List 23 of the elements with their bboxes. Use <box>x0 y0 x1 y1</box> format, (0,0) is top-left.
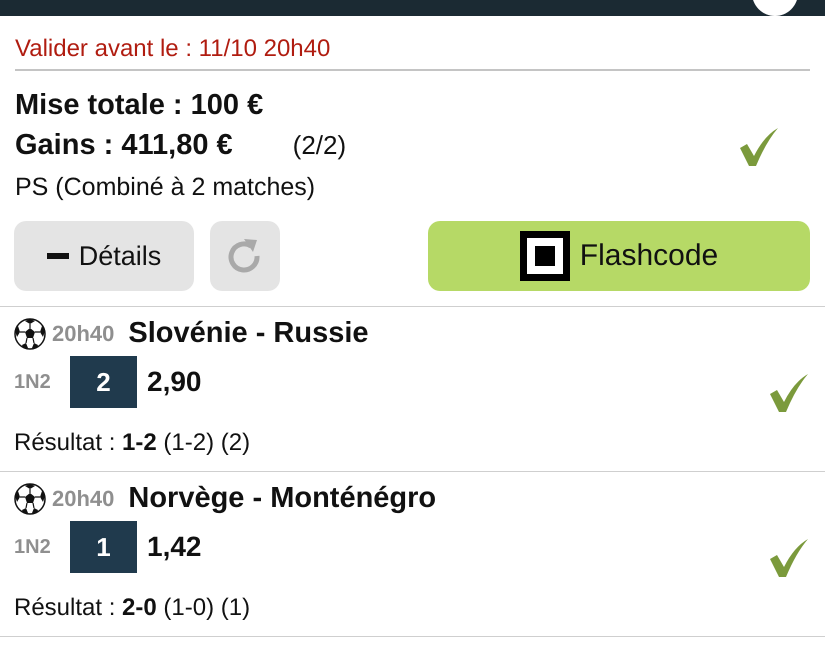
soccer-ball-icon <box>14 482 46 514</box>
flashcode-button[interactable]: Flashcode <box>428 221 810 291</box>
odds-text: 1,42 <box>147 531 202 563</box>
deadline-text: Valider avant le : 11/10 20h40 <box>15 35 810 71</box>
minus-icon <box>46 253 69 259</box>
soccer-ball-icon <box>14 318 46 350</box>
odds-text: 2,90 <box>147 366 202 398</box>
match-time: 20h40 <box>52 320 114 346</box>
stake-text: Mise totale : 100 € <box>15 88 264 123</box>
pick-badge: 2 <box>70 356 137 408</box>
result-text: Résultat : 2-0 (1-0) (1) <box>14 593 252 623</box>
result-text: Résultat : 1-2 (1-2) (2) <box>14 428 252 458</box>
qr-code-icon <box>520 231 570 281</box>
gains-text: Gains : 411,80 € <box>15 128 233 163</box>
pick-badge: 1 <box>70 521 137 573</box>
match-teams: Norvège - Monténégro <box>128 482 436 515</box>
match-time: 20h40 <box>52 486 114 512</box>
bet-type-text: PS (Combiné à 2 matches) <box>15 172 316 203</box>
count-text: (2/2) <box>292 130 346 161</box>
details-button[interactable]: Détails <box>14 221 194 291</box>
market-label: 1N2 <box>14 370 52 394</box>
match-teams: Slovénie - Russie <box>128 317 369 350</box>
market-label: 1N2 <box>14 536 52 558</box>
